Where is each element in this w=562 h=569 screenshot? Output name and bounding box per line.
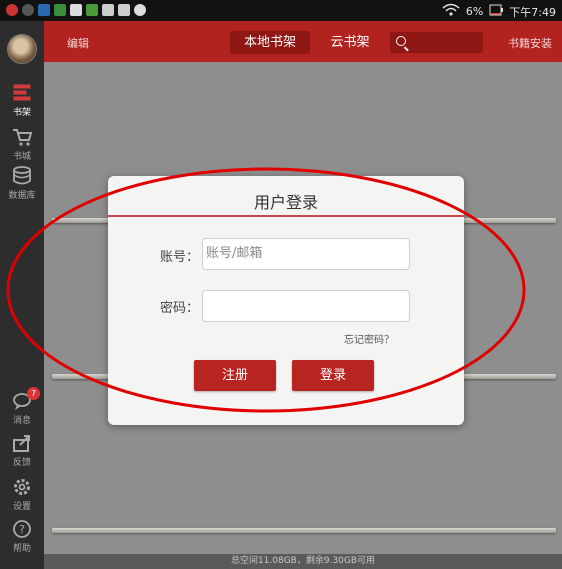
sidebar-item-label: 反馈 [12,458,31,468]
sidebar-item-label: 书城 [12,152,31,162]
search-input[interactable] [390,32,483,53]
message-badge: 7 [27,387,40,400]
battery-percent: 6% [465,5,484,18]
title-divider [108,215,464,217]
shelf-divider [52,528,556,533]
avatar[interactable] [7,34,37,64]
notification-icon [102,4,114,16]
tab-local-shelf[interactable]: 本地书架 [230,31,310,54]
sidebar-item-feedback[interactable]: 反馈 [0,433,44,468]
notification-icon [54,4,66,16]
login-dialog: 用户登录 账号： 账号/邮箱 密码： 忘记密码？ 注册 登录 [108,176,464,425]
password-label: 密码： [160,301,200,316]
notification-icon [118,4,130,16]
notification-icon [134,4,146,16]
top-bar: 编辑 本地书架 云书架 书籍安装 [44,21,562,62]
dialog-title: 用户登录 [253,193,318,212]
sidebar-item-database[interactable]: 数据库 [0,166,44,201]
install-books-button[interactable]: 书籍安装 [508,35,552,51]
password-field[interactable] [202,290,410,322]
notification-icon [22,4,34,16]
account-label: 账号： [160,250,200,265]
status-bar: 6% 下午7:49 [0,0,562,21]
notification-icon [38,4,50,16]
svg-text:?: ? [19,523,25,536]
notification-icon [6,4,18,16]
sidebar-item-label: 消息 [12,416,31,426]
wifi-icon [442,3,460,20]
notification-icon [70,4,82,16]
shelf-tabs: 本地书架 云书架 [230,31,390,54]
database-icon [11,166,33,186]
help-icon: ? [11,519,33,539]
bookshelf-icon [11,83,33,103]
tab-cloud-shelf[interactable]: 云书架 [310,31,390,54]
sidebar-item-label: 设置 [12,502,31,512]
sidebar-item-label: 帮助 [12,544,31,554]
sidebar: 书架 书城 数据库 7 消息 反馈 设置 ? 帮助 [0,21,44,569]
sidebar-item-help[interactable]: ? 帮助 [0,519,44,554]
battery-icon [489,4,504,19]
forgot-password-link[interactable]: 忘记密码？ [344,331,394,346]
login-button[interactable]: 登录 [292,360,374,391]
storage-info: 总空间11.08GB，剩余9.30GB可用 [44,554,562,569]
edit-button[interactable]: 编辑 [67,35,89,51]
sidebar-item-label: 书架 [12,108,31,118]
settings-icon [11,477,33,497]
sidebar-item-settings[interactable]: 设置 [0,477,44,512]
sidebar-item-bookshelf[interactable]: 书架 [0,83,44,118]
cart-icon [11,127,33,147]
sidebar-item-label: 数据库 [8,191,36,201]
feedback-icon [11,433,33,453]
sidebar-item-messages[interactable]: 7 消息 [0,387,44,426]
notification-icon [86,4,98,16]
status-time: 下午7:49 [509,5,556,19]
search-icon [396,36,406,46]
sidebar-item-store[interactable]: 书城 [0,127,44,162]
register-button[interactable]: 注册 [194,360,276,391]
account-field[interactable]: 账号/邮箱 [202,238,410,270]
